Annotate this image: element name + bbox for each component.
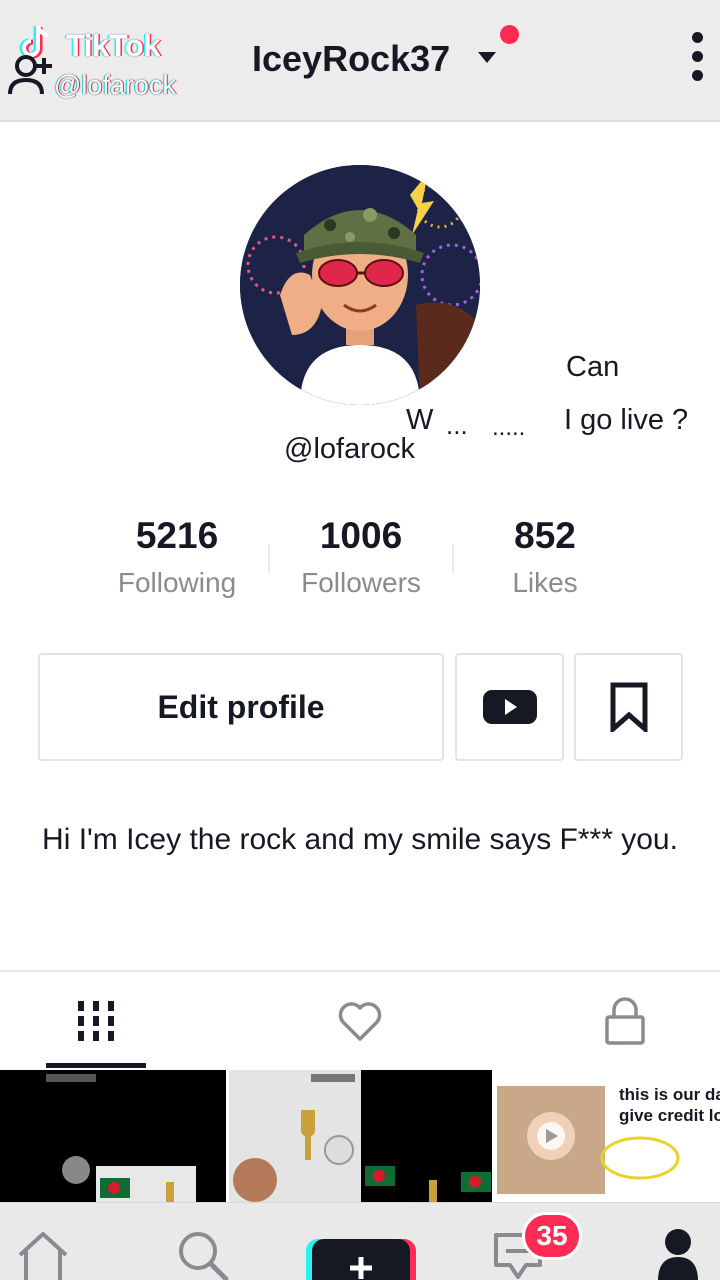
private-videos-lock-icon[interactable]: [600, 995, 650, 1047]
active-tab-indicator: [46, 1063, 146, 1068]
top-bar: TikTok @lofarock IceyRock37: [0, 0, 720, 122]
stat-label: Followers: [301, 567, 421, 598]
profile-me-icon[interactable]: [656, 1227, 700, 1280]
overlay-text-go-live: I go live ?: [560, 404, 693, 437]
favorites-button[interactable]: [574, 653, 683, 761]
edit-profile-button[interactable]: Edit profile: [38, 653, 444, 761]
avatar-image: [240, 165, 480, 405]
overlay-text-dots: .....: [492, 414, 526, 442]
inbox-badge: 35: [522, 1212, 582, 1260]
liked-videos-heart-icon[interactable]: [335, 995, 385, 1047]
stat-following[interactable]: 5216 Following: [85, 515, 269, 599]
stat-label: Likes: [512, 567, 578, 598]
bottom-navigation: [0, 1202, 720, 1280]
home-icon[interactable]: [14, 1229, 72, 1280]
stat-likes[interactable]: 852 Likes: [453, 515, 637, 599]
video-thumbnail[interactable]: this is our da give credit lo: [495, 1070, 720, 1202]
videos-grid-tab-icon[interactable]: [71, 995, 121, 1047]
youtube-link-button[interactable]: [455, 653, 564, 761]
stat-label: Following: [117, 567, 237, 598]
overlay-text-dots: ...: [446, 410, 468, 441]
add-user-icon[interactable]: [6, 50, 54, 100]
video-caption: give credit lo: [619, 1106, 720, 1125]
stat-value: 5216: [135, 515, 219, 556]
notification-dot: [500, 25, 519, 44]
profile-avatar[interactable]: [240, 165, 480, 405]
video-caption: this is our da: [619, 1085, 720, 1104]
video-thumbnail-image: [46, 1074, 196, 1202]
watermark-brand: TikTok: [66, 28, 161, 63]
more-options-icon[interactable]: [682, 32, 712, 88]
profile-username[interactable]: IceyRock37: [252, 38, 450, 80]
profile-bio: Hi I'm Icey the rock and my smile says F…: [42, 823, 678, 856]
watermark-handle: @lofarock: [54, 70, 176, 100]
video-thumbnail[interactable]: [229, 1070, 492, 1202]
youtube-icon: [482, 690, 537, 724]
bookmark-icon: [610, 682, 647, 732]
stat-value: 852: [514, 515, 576, 556]
video-thumbnail-image: [229, 1070, 491, 1202]
tabs-divider: [0, 970, 720, 972]
create-video-plus-icon[interactable]: [306, 1239, 416, 1280]
video-thumbnail[interactable]: [0, 1070, 226, 1202]
overlay-text-can: Can: [548, 345, 638, 390]
account-switch-caret-icon[interactable]: [478, 52, 496, 63]
stat-followers[interactable]: 1006 Followers: [269, 515, 453, 599]
highlight-circle: [600, 1136, 680, 1180]
profile-handle: @lofarock: [284, 433, 415, 465]
discover-search-icon[interactable]: [174, 1227, 230, 1280]
stat-value: 1006: [319, 515, 403, 556]
